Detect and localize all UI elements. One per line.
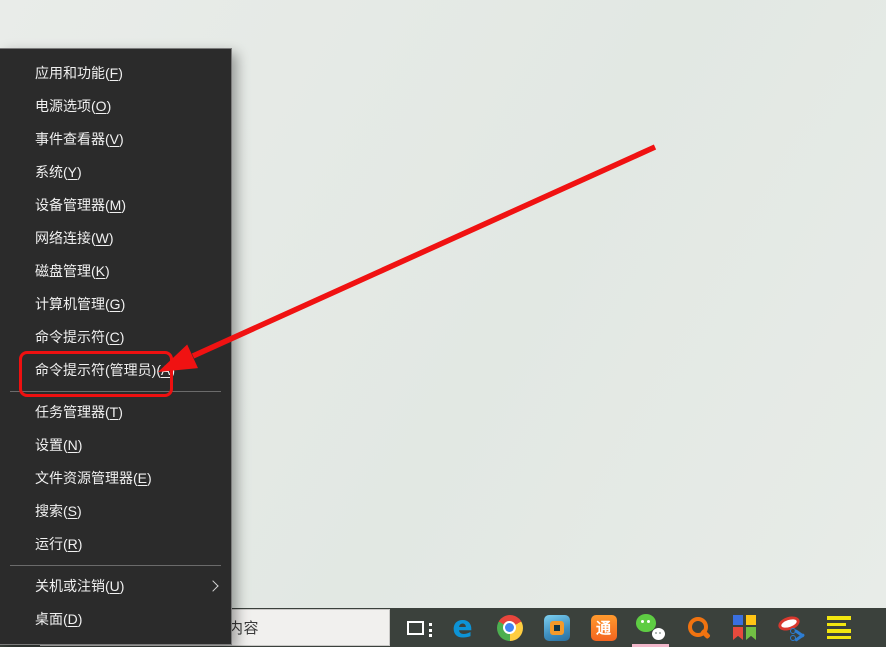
bookmark-tiles-icon[interactable] <box>721 608 768 647</box>
menu-item-label: 文件资源管理器(E) <box>35 470 152 486</box>
menu-item-label: 运行(R) <box>35 536 82 552</box>
menu-item-command-prompt[interactable]: 命令提示符(C) <box>0 321 231 354</box>
chevron-right-icon <box>207 580 218 591</box>
menu-item-file-explorer[interactable]: 文件资源管理器(E) <box>0 462 231 495</box>
menu-item-label: 命令提示符(管理员)(A) <box>35 362 175 378</box>
menu-item-settings[interactable]: 设置(N) <box>0 429 231 462</box>
menu-separator <box>0 387 231 396</box>
menu-item-desktop[interactable]: 桌面(D) <box>0 603 231 636</box>
menu-separator <box>0 561 231 570</box>
menu-item-power-options[interactable]: 电源选项(O) <box>0 90 231 123</box>
chrome-icon[interactable] <box>486 608 533 647</box>
menu-item-computer-management[interactable]: 计算机管理(G) <box>0 288 231 321</box>
menu-item-label: 任务管理器(T) <box>35 404 123 420</box>
win-x-menu: 应用和功能(F) 电源选项(O) 事件查看器(V) 系统(Y) 设备管理器(M) 网络连接… <box>0 48 232 645</box>
menu-item-label: 系统(Y) <box>35 164 82 180</box>
task-view-icon[interactable] <box>392 608 439 647</box>
screenshot-tool-icon[interactable] <box>768 608 815 647</box>
search-tool-icon[interactable] <box>674 608 721 647</box>
vmware-icon[interactable] <box>533 608 580 647</box>
menu-item-run[interactable]: 运行(R) <box>0 528 231 561</box>
edge-icon[interactable]: e <box>439 608 486 647</box>
menu-item-label: 磁盘管理(K) <box>35 263 110 279</box>
menu-item-label: 应用和功能(F) <box>35 65 123 81</box>
menu-item-command-prompt-admin[interactable]: 命令提示符(管理员)(A) <box>0 354 231 387</box>
taskbar-icons: e通 <box>392 608 862 647</box>
tong-messenger-icon[interactable]: 通 <box>580 608 627 647</box>
menu-item-shutdown-or-signout[interactable]: 关机或注销(U) <box>0 570 231 603</box>
yellow-lines-icon[interactable] <box>815 608 862 647</box>
menu-item-apps-and-features[interactable]: 应用和功能(F) <box>0 57 231 90</box>
menu-item-label: 计算机管理(G) <box>35 296 125 312</box>
menu-item-disk-management[interactable]: 磁盘管理(K) <box>0 255 231 288</box>
menu-item-network-connections[interactable]: 网络连接(W) <box>0 222 231 255</box>
screen: 在这里输入你要搜索的内容 e通 应用和功能(F)电源选项(O)事件查看器(V)系… <box>0 0 886 647</box>
menu-item-search[interactable]: 搜索(S) <box>0 495 231 528</box>
menu-item-system[interactable]: 系统(Y) <box>0 156 231 189</box>
menu-item-label: 设备管理器(M) <box>35 197 126 213</box>
wechat-icon[interactable] <box>627 608 674 647</box>
menu-item-label: 设置(N) <box>35 437 82 453</box>
menu-item-label: 命令提示符(C) <box>35 329 124 345</box>
menu-item-label: 网络连接(W) <box>35 230 114 246</box>
menu-item-label: 事件查看器(V) <box>35 131 124 147</box>
menu-item-event-viewer[interactable]: 事件查看器(V) <box>0 123 231 156</box>
menu-item-device-manager[interactable]: 设备管理器(M) <box>0 189 231 222</box>
menu-item-label: 关机或注销(U) <box>35 578 124 594</box>
menu-item-task-manager[interactable]: 任务管理器(T) <box>0 396 231 429</box>
menu-item-label: 电源选项(O) <box>35 98 111 114</box>
menu-item-label: 桌面(D) <box>35 611 82 627</box>
menu-item-label: 搜索(S) <box>35 503 82 519</box>
